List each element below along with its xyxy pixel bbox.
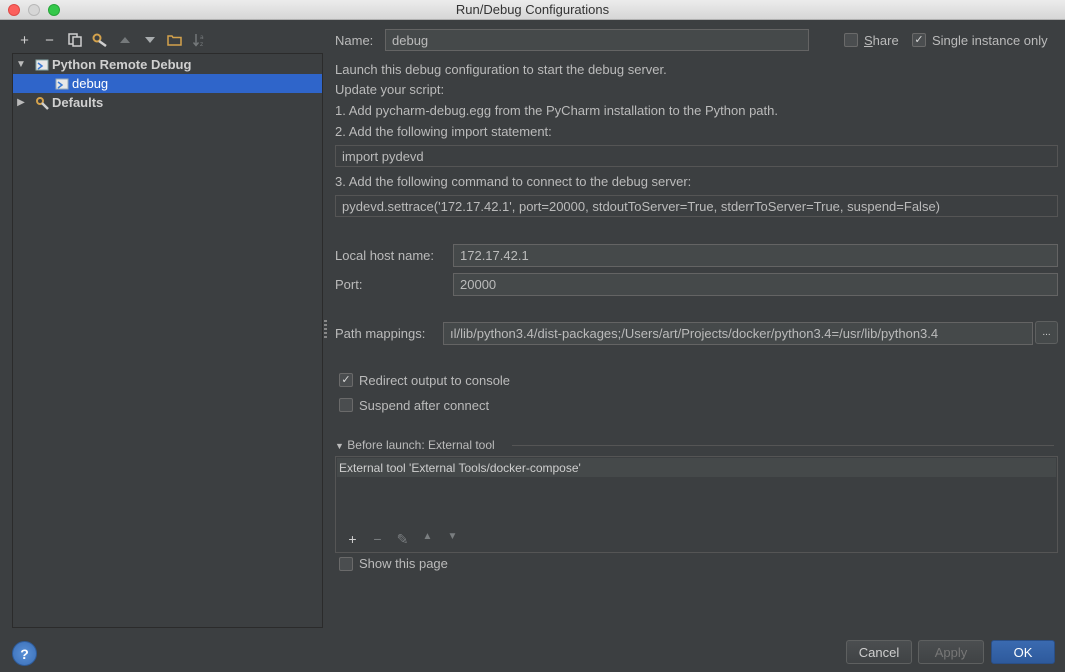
tree-group-defaults[interactable]: ▶ Defaults (13, 93, 322, 112)
expanded-arrow-icon[interactable]: ▼ (15, 59, 27, 70)
move-task-down-icon[interactable]: ▼ (440, 531, 465, 548)
name-label: Name: (335, 33, 374, 48)
add-icon[interactable]: + (12, 30, 37, 50)
before-launch-label: Before launch: External tool (347, 438, 495, 452)
move-down-icon[interactable] (137, 30, 162, 50)
suspend-after-connect-label: Suspend after connect (359, 398, 490, 413)
move-task-up-icon[interactable]: ▲ (415, 531, 440, 548)
show-this-page-checkbox[interactable] (339, 557, 353, 571)
folder-icon[interactable] (162, 30, 187, 50)
host-input[interactable]: 172.17.42.1 (453, 244, 1058, 267)
instruction-line: Update your script: (335, 82, 445, 97)
before-launch-arrow-icon[interactable]: ▼ (335, 441, 344, 451)
ok-button[interactable]: OK (991, 640, 1055, 664)
show-this-page-label: Show this page (359, 556, 448, 571)
apply-button[interactable]: Apply (918, 640, 984, 664)
add-task-icon[interactable]: + (340, 531, 365, 548)
edit-defaults-icon[interactable] (87, 30, 112, 50)
python-remote-debug-icon (35, 58, 49, 72)
tree-group-label: Python Remote Debug (52, 57, 192, 72)
sort-icon[interactable]: az (187, 30, 212, 50)
single-instance-checkbox[interactable]: ✓ (912, 33, 926, 47)
edit-task-icon[interactable]: ✎ (390, 531, 415, 548)
svg-text:a: a (200, 34, 204, 41)
instruction-line: 3. Add the following command to connect … (335, 174, 692, 189)
title-bar: Run/Debug Configurations (0, 0, 1065, 20)
panel-splitter[interactable] (324, 320, 327, 338)
share-label: Share (864, 33, 899, 48)
single-instance-label: Single instance only (932, 33, 1048, 48)
remove-task-icon[interactable]: − (365, 531, 390, 548)
config-toolbar: + − az (12, 29, 212, 51)
before-launch-header[interactable]: ▼ Before launch: External tool (335, 438, 495, 452)
svg-text:z: z (200, 41, 203, 48)
port-input[interactable]: 20000 (453, 273, 1058, 296)
instruction-line: 1. Add pycharm-debug.egg from the PyChar… (335, 103, 778, 118)
path-mappings-label: Path mappings: (335, 326, 426, 341)
settrace-command-field[interactable]: pydevd.settrace('172.17.42.1', port=2000… (335, 195, 1058, 217)
defaults-wrench-icon (35, 96, 49, 110)
zoom-window-button[interactable] (48, 4, 60, 16)
configuration-tree[interactable]: ▼ Python Remote Debug debug ▶ Defaults (12, 53, 323, 628)
minimize-window-button[interactable] (28, 4, 40, 16)
path-mappings-browse-button[interactable]: ... (1035, 321, 1058, 344)
cancel-button[interactable]: Cancel (846, 640, 912, 664)
redirect-output-checkbox[interactable]: ✓ (339, 373, 353, 387)
window-title: Run/Debug Configurations (455, 2, 610, 17)
host-label: Local host name: (335, 248, 435, 263)
tree-item-label: debug (72, 76, 109, 91)
before-launch-list[interactable]: External tool 'External Tools/docker-com… (335, 456, 1058, 553)
close-window-button[interactable] (8, 4, 20, 16)
remove-icon[interactable]: − (37, 30, 62, 50)
suspend-after-connect-checkbox[interactable] (339, 398, 353, 412)
instruction-line: 2. Add the following import statement: (335, 124, 552, 139)
list-item[interactable]: External tool 'External Tools/docker-com… (337, 458, 1056, 477)
tree-group-label: Defaults (52, 95, 104, 110)
move-up-icon[interactable] (112, 30, 137, 50)
copy-icon[interactable] (62, 30, 87, 50)
tree-item-debug[interactable]: debug (13, 74, 322, 93)
before-launch-toolbar: + − ✎ ▲ ▼ (340, 531, 465, 548)
debug-config-icon (55, 77, 69, 91)
redirect-output-label: Redirect output to console (359, 373, 511, 388)
external-tool-item-label: External tool 'External Tools/docker-com… (339, 460, 581, 475)
name-input[interactable]: debug (385, 29, 809, 51)
port-label: Port: (335, 277, 363, 292)
path-mappings-input[interactable]: ıl/lib/python3.4/dist-packages;/Users/ar… (443, 322, 1033, 345)
instruction-line: Launch this debug configuration to start… (335, 62, 667, 77)
import-statement-field[interactable]: import pydevd (335, 145, 1058, 167)
share-checkbox[interactable] (844, 33, 858, 47)
tree-group-python-remote-debug[interactable]: ▼ Python Remote Debug (13, 55, 322, 74)
help-button[interactable]: ? (12, 641, 37, 666)
collapsed-arrow-icon[interactable]: ▶ (15, 97, 27, 108)
before-launch-divider (512, 445, 1054, 446)
